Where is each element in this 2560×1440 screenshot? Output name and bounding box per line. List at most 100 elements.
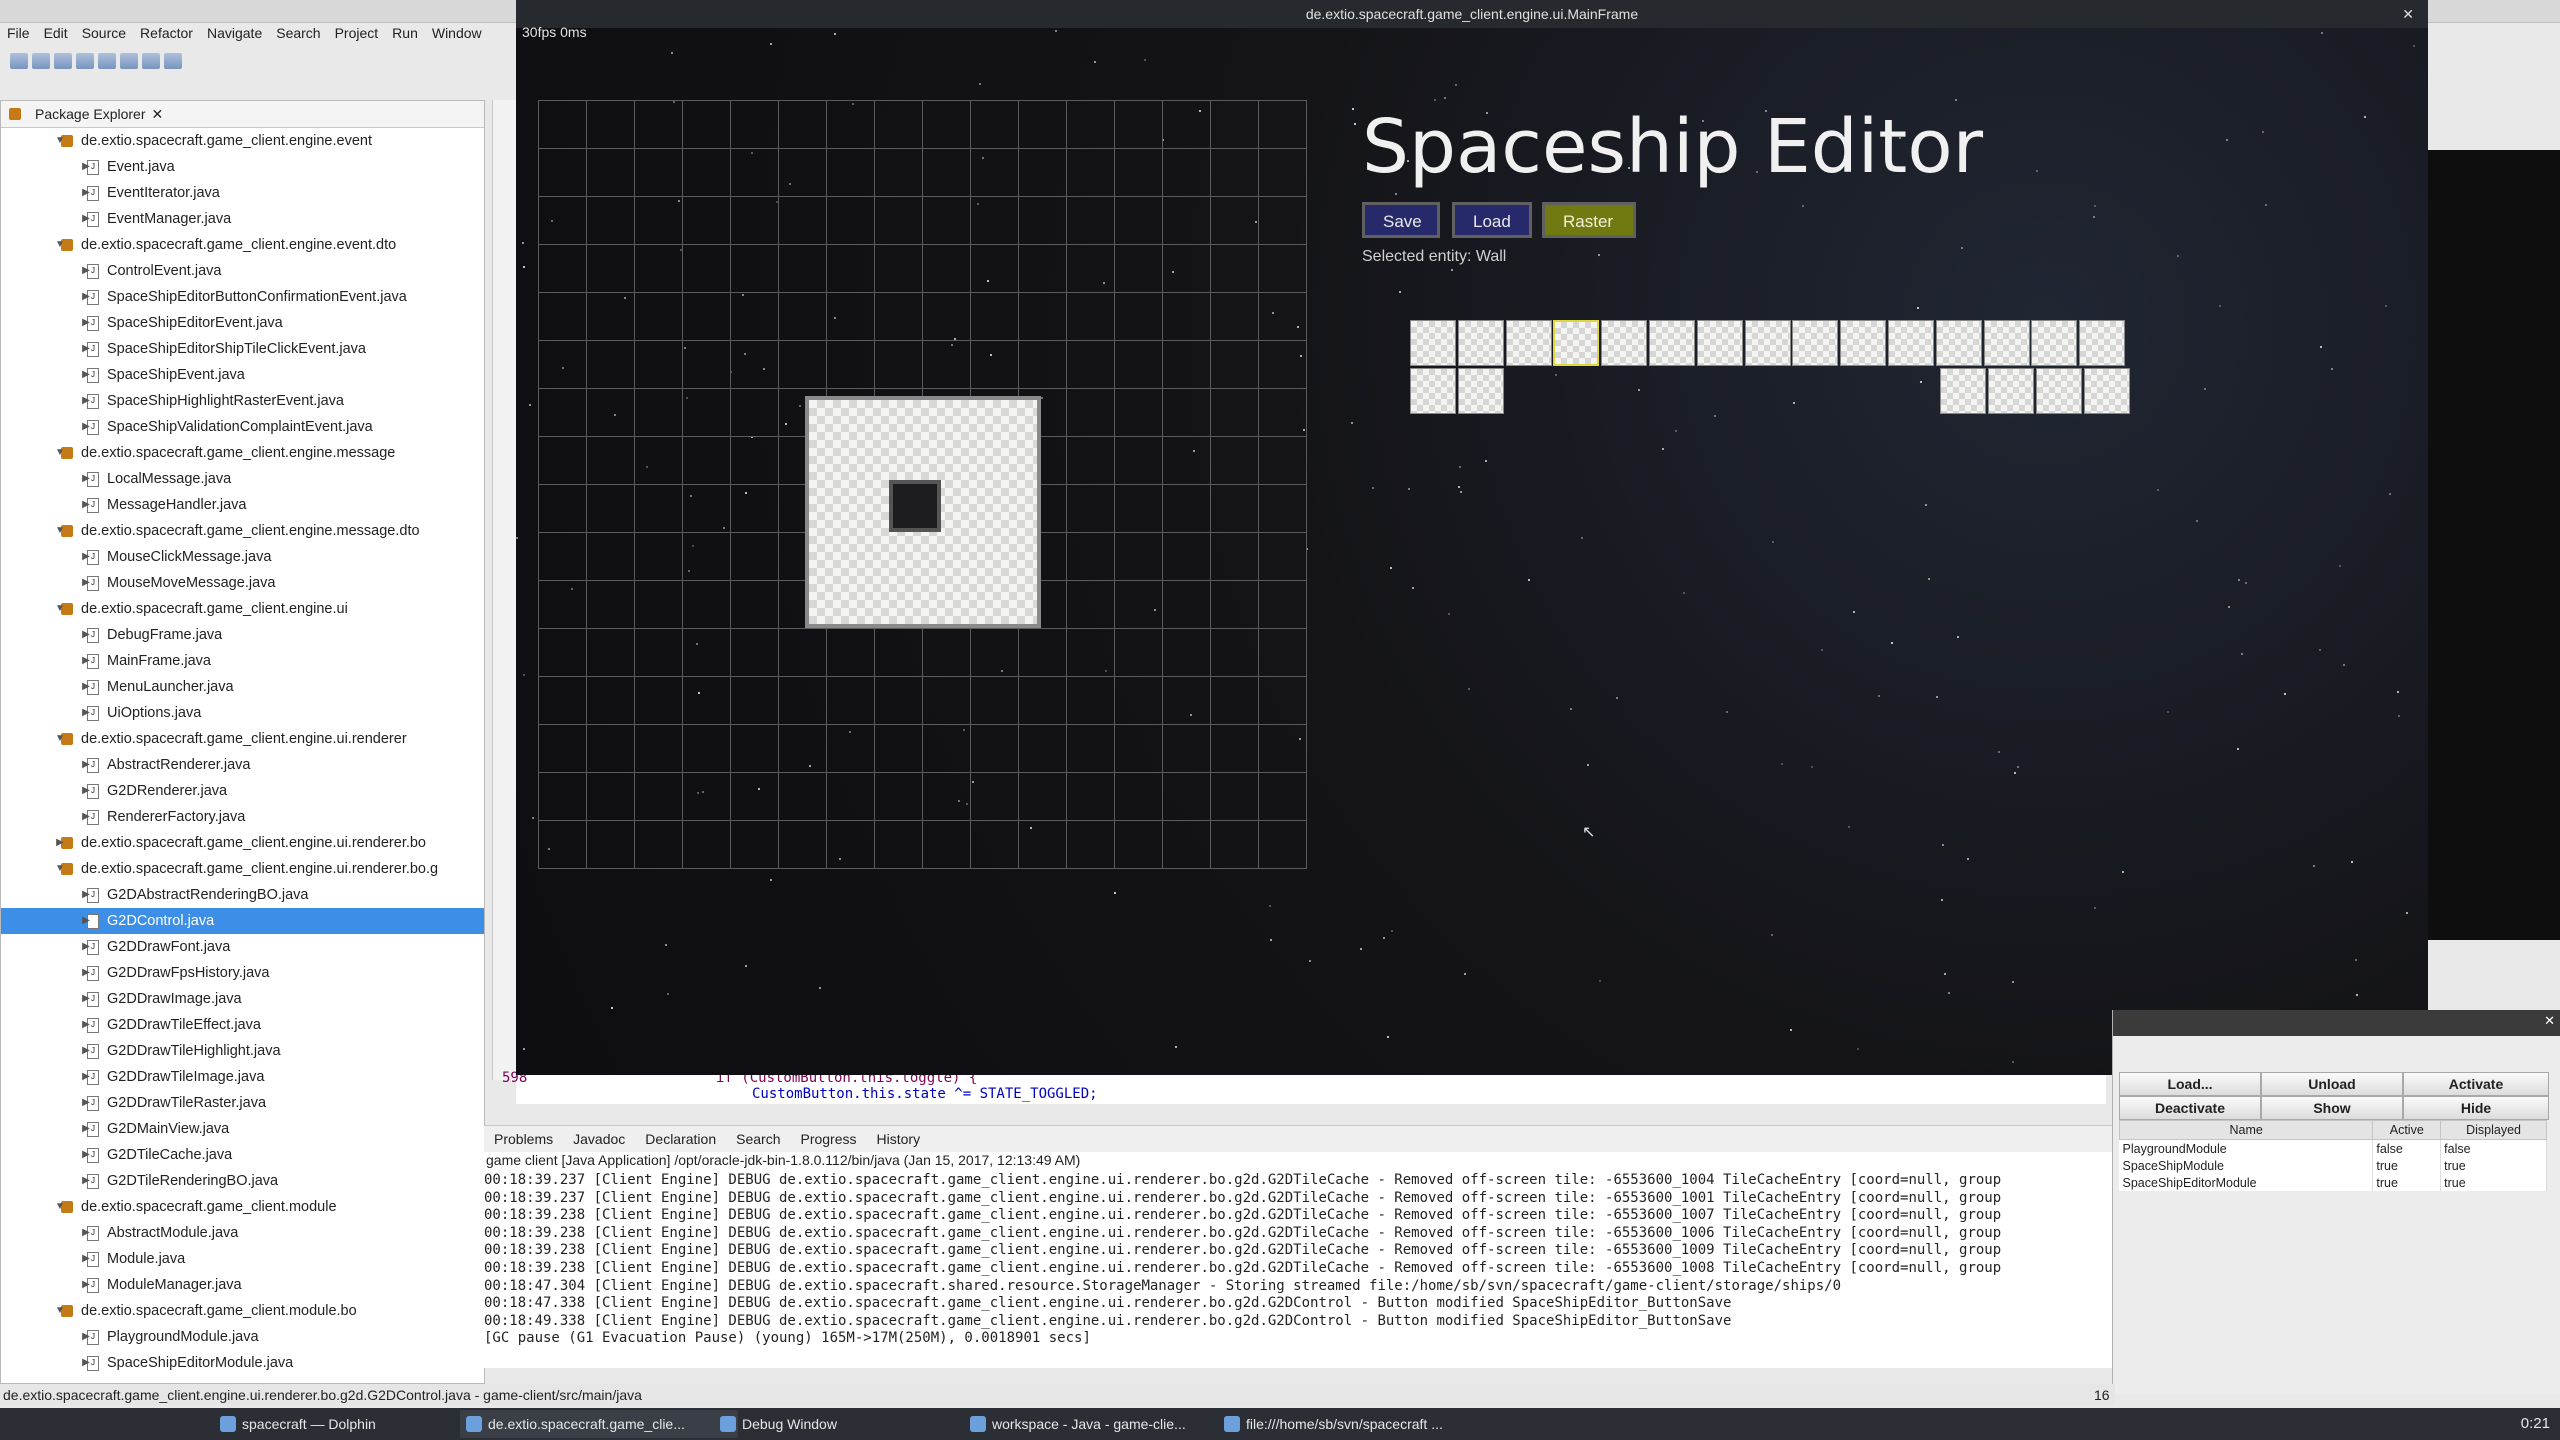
palette-tile[interactable] [1601, 320, 1648, 366]
palette-tile[interactable] [1840, 320, 1887, 366]
column-header[interactable]: Name [2118, 1120, 2374, 1140]
new-icon[interactable] [10, 53, 28, 69]
package-item[interactable]: ▼ de.extio.spacecraft.game_client.module [1, 1194, 484, 1220]
collapse-icon[interactable]: ▶ [79, 258, 93, 284]
code-editor[interactable]: 598 if (CustomButton.this.toggle) { Cust… [502, 1070, 2106, 1104]
show-button[interactable]: Show [2261, 1096, 2403, 1120]
file-item[interactable]: ▶ J G2DTileRenderingBO.java [1, 1168, 484, 1194]
package-item[interactable]: ▼ de.extio.spacecraft.game_client.engine.… [1, 440, 484, 466]
palette-tile[interactable] [1696, 320, 1743, 366]
tab-progress[interactable]: Progress [790, 1131, 866, 1147]
taskbar-item[interactable]: workspace - Java - game-clie... [964, 1410, 1242, 1438]
expand-icon[interactable]: ▼ [53, 856, 67, 882]
expand-icon[interactable]: ▼ [53, 440, 67, 466]
activate-button[interactable]: Activate [2403, 1072, 2549, 1096]
collapse-icon[interactable]: ▶ [79, 1090, 93, 1116]
game-window[interactable]: de.extio.spacecraft.game_client.engine.u… [516, 0, 2428, 1075]
tab-javadoc[interactable]: Javadoc [563, 1131, 635, 1147]
file-item[interactable]: ▶ J G2DDrawFont.java [1, 934, 484, 960]
menu-file[interactable]: File [0, 25, 37, 41]
table-row[interactable]: SpaceShipEditorModule true true [2119, 1174, 2547, 1191]
palette-tile[interactable] [1935, 320, 1982, 366]
ship-grid[interactable] [538, 100, 1307, 869]
ship-core[interactable] [889, 480, 941, 532]
collapse-icon[interactable]: ▶ [79, 674, 93, 700]
menu-navigate[interactable]: Navigate [200, 25, 269, 41]
file-item[interactable]: ▶ J MainFrame.java [1, 648, 484, 674]
collapse-icon[interactable]: ▶ [79, 1116, 93, 1142]
file-item[interactable]: ▶ J G2DDrawImage.java [1, 986, 484, 1012]
ship-hull[interactable] [805, 396, 1041, 628]
file-item[interactable]: ▶ J Module.java [1, 1246, 484, 1272]
collapse-icon[interactable]: ▶ [79, 362, 93, 388]
palette-tile[interactable] [2031, 320, 2078, 366]
console-output[interactable]: 00:18:39.237 [Client Engine] DEBUG de.ex… [484, 1172, 2112, 1368]
save-button[interactable]: Save [1362, 202, 1440, 238]
menu-search[interactable]: Search [269, 25, 327, 41]
file-item[interactable]: ▶ J AbstractModule.java [1, 1220, 484, 1246]
raster-button[interactable]: Raster [1542, 202, 1636, 238]
file-item[interactable]: ▶ J SpaceShipEditorButtonConfirmationEvent… [1, 284, 484, 310]
collapse-icon[interactable]: ▶ [79, 1038, 93, 1064]
file-item[interactable]: ▶ J G2DAbstractRenderingBO.java [1, 882, 484, 908]
taskbar-item[interactable]: file:///home/sb/svn/spacecraft ... [1218, 1410, 1496, 1438]
file-item[interactable]: ▶ J G2DDrawTileEffect.java [1, 1012, 484, 1038]
palette-tile[interactable] [1410, 320, 1456, 366]
collapse-icon[interactable]: ▶ [79, 1064, 93, 1090]
file-item[interactable]: ▶ J G2DRenderer.java [1, 778, 484, 804]
collapse-icon[interactable]: ▶ [79, 206, 93, 232]
taskbar-item[interactable]: Debug Window [714, 1410, 982, 1438]
tab-problems[interactable]: Problems [484, 1131, 563, 1147]
package-item[interactable]: ▶ de.extio.spacecraft.game_client.engine.… [1, 830, 484, 856]
collapse-icon[interactable]: ▶ [79, 466, 93, 492]
expand-icon[interactable]: ▼ [53, 726, 67, 752]
collapse-icon[interactable]: ▶ [79, 180, 93, 206]
palette-tile[interactable] [1649, 320, 1695, 366]
palette-tile[interactable] [1940, 368, 1986, 414]
collapse-icon[interactable]: ▶ [79, 778, 93, 804]
collapse-icon[interactable]: ▶ [79, 752, 93, 778]
column-header[interactable]: Displayed [2440, 1120, 2547, 1140]
collapse-icon[interactable]: ▶ [79, 544, 93, 570]
file-item[interactable]: ▶ J G2DDrawTileRaster.java [1, 1090, 484, 1116]
collapse-icon[interactable]: ▶ [79, 934, 93, 960]
file-item[interactable]: ▶ J AbstractRenderer.java [1, 752, 484, 778]
print-icon[interactable] [54, 53, 72, 69]
menu-edit[interactable]: Edit [37, 25, 75, 41]
package-item[interactable]: ▼ de.extio.spacecraft.game_client.module.… [1, 1298, 484, 1324]
expand-icon[interactable]: ▼ [53, 1194, 67, 1220]
file-item[interactable]: ▶ J UiOptions.java [1, 700, 484, 726]
file-item[interactable]: ▶ J Event.java [1, 154, 484, 180]
file-item[interactable]: ▶ J MessageHandler.java [1, 492, 484, 518]
file-item[interactable]: ▶ J G2DDrawTileImage.java [1, 1064, 484, 1090]
palette-tile[interactable] [2036, 368, 2082, 414]
file-item[interactable]: ▶ J SpaceShipValidationComplaintEvent.java [1, 414, 484, 440]
file-item[interactable]: ▶ J MouseMoveMessage.java [1, 570, 484, 596]
expand-icon[interactable]: ▼ [53, 1298, 67, 1324]
package-item[interactable]: ▼ de.extio.spacecraft.game_client.engine.… [1, 726, 484, 752]
close-icon[interactable]: ✕ [2544, 1013, 2555, 1029]
window-close-icon[interactable]: ✕ [2402, 6, 2414, 23]
palette-tile[interactable] [1553, 320, 1600, 366]
file-item[interactable]: ▶ J ModuleManager.java [1, 1272, 484, 1298]
file-item[interactable]: ▶ J G2DDrawFpsHistory.java [1, 960, 484, 986]
file-item[interactable]: ▶ J RendererFactory.java [1, 804, 484, 830]
menu-refactor[interactable]: Refactor [133, 25, 200, 41]
file-item[interactable]: ▶ J PlaygroundModule.java [1, 1324, 484, 1350]
collapse-icon[interactable]: ▶ [79, 622, 93, 648]
search-icon[interactable] [142, 53, 160, 69]
load-button[interactable]: Load [1452, 202, 1532, 238]
collapse-icon[interactable]: ▶ [79, 882, 93, 908]
collapse-icon[interactable]: ▶ [79, 1142, 93, 1168]
palette-tile[interactable] [1457, 320, 1504, 366]
menu-project[interactable]: Project [328, 25, 386, 41]
expand-icon[interactable]: ▼ [53, 232, 67, 258]
collapse-icon[interactable]: ▶ [79, 154, 93, 180]
menu-window[interactable]: Window [425, 25, 489, 41]
collapse-icon[interactable]: ▶ [79, 310, 93, 336]
menu-run[interactable]: Run [385, 25, 425, 41]
file-item[interactable]: ▶ J SpaceShipHighlightRasterEvent.java [1, 388, 484, 414]
palette-tile[interactable] [1458, 368, 1504, 414]
hide-button[interactable]: Hide [2403, 1096, 2549, 1120]
expand-icon[interactable]: ▼ [53, 518, 67, 544]
